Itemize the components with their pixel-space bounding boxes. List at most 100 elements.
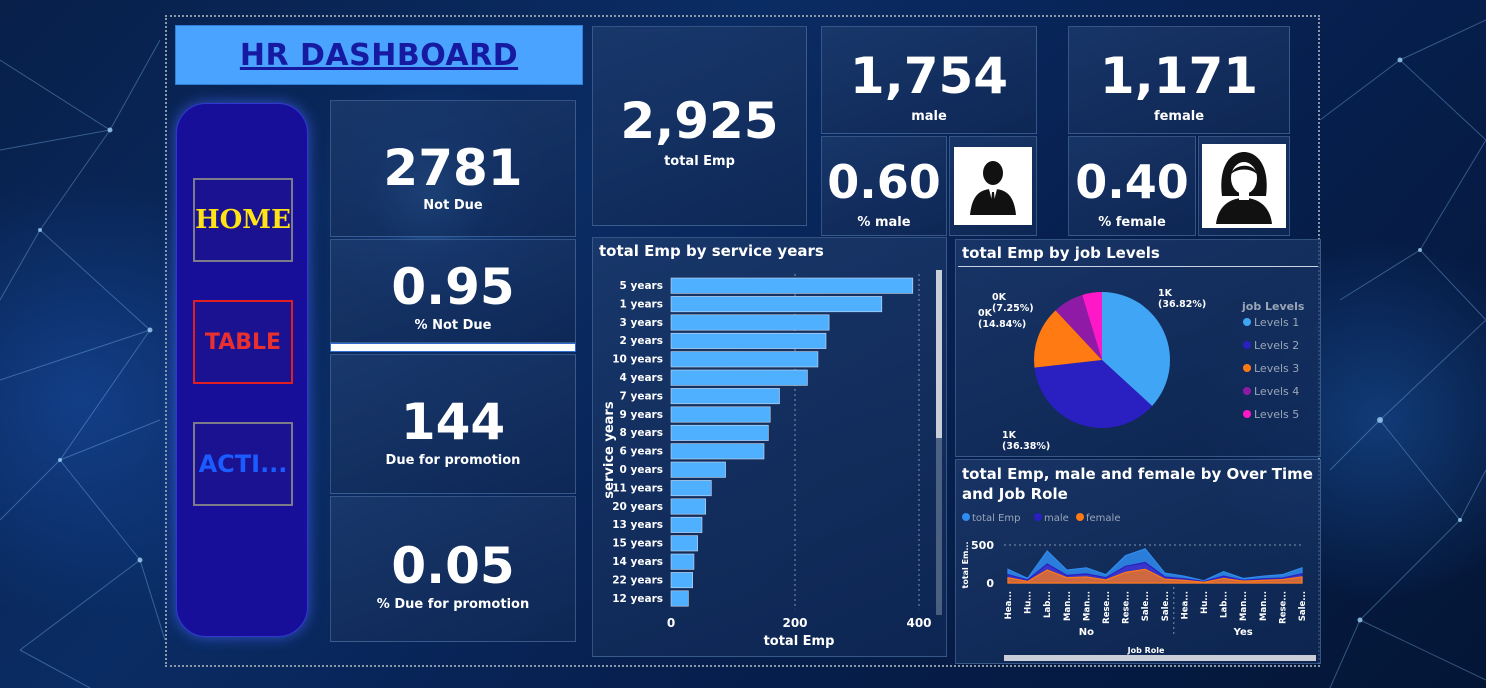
y-tick-label: 8 years: [620, 427, 663, 439]
pie-data-label-part: (36.38%): [1002, 441, 1050, 452]
y-tick-label: 4 years: [620, 372, 663, 384]
y-tick-label: 2 years: [620, 335, 663, 347]
bar: [670, 443, 765, 460]
service-years-chart-title: total Emp by service years: [599, 242, 824, 260]
x-tick-label: Man...: [1239, 591, 1249, 621]
pct-male-label: % male: [857, 215, 911, 230]
legend-marker: [1243, 364, 1251, 372]
male-count-label: male: [911, 109, 947, 124]
table-button[interactable]: TABLE: [193, 300, 293, 384]
due-promotion-label: Due for promotion: [385, 453, 521, 468]
total-emp-label: total Emp: [664, 154, 735, 169]
x-tick-label: 200: [782, 616, 807, 630]
x-tick-label: Man...: [1259, 591, 1269, 621]
service-years-bar-chart: 5 years 1 years 3 years 2 years 10 years 4 ye…: [602, 270, 942, 649]
y-tick-label: 15 years: [612, 538, 663, 550]
legend-item: total Emp: [972, 513, 1020, 524]
action-button-label: ACTI...: [198, 450, 288, 478]
x-tick-label: Sale...: [1161, 591, 1171, 621]
bar: [670, 406, 771, 423]
male-person-icon: [954, 147, 1032, 225]
bar: [670, 516, 703, 533]
pie-data-label: 1K (36.38%): [1002, 430, 1050, 452]
divider-strip: [330, 343, 576, 352]
male-icon-card: [949, 136, 1037, 236]
overtime-jobrole-area-chart: total Emp male female 0 500total Em... Hea...…: [961, 513, 1316, 661]
home-button[interactable]: HOME: [193, 178, 293, 262]
x-tick-label: Man...: [1082, 591, 1092, 621]
legend-marker: [962, 513, 970, 521]
dashboard-title-banner: HR DASHBOARD: [175, 25, 583, 85]
pct-not-due-label: % Not Due: [414, 318, 492, 333]
y-tick-label: 1 years: [620, 298, 663, 310]
scrollbar-thumb: [936, 270, 942, 438]
bar: [670, 332, 827, 349]
pie-data-label: 1K (36.82%): [1158, 288, 1206, 310]
y-tick-label: 22 years: [612, 574, 663, 586]
legend-title: job Levels: [1241, 300, 1305, 313]
y-axis-label: total Em...: [961, 542, 970, 589]
not-due-card: 2781 Not Due: [330, 100, 576, 237]
x-tick-label: Rese...: [1102, 591, 1112, 624]
bar: [670, 296, 883, 313]
pct-female-value: 0.40: [1075, 155, 1189, 209]
x-tick-label: Rese...: [1278, 591, 1288, 624]
bar: [670, 498, 707, 515]
legend-marker: [1243, 387, 1251, 395]
job-levels-chart-title: total Emp by job Levels: [962, 244, 1160, 262]
pie-data-label: 0K (7.25%): [992, 292, 1034, 314]
x-tick-label: 0: [667, 616, 675, 630]
bar: [670, 572, 694, 589]
total-emp-value: 2,925: [620, 92, 779, 150]
x-tick-label: Lab...: [1220, 591, 1230, 618]
group-label: Yes: [1233, 627, 1253, 638]
pct-male-value: 0.60: [827, 155, 941, 209]
overtime-jobrole-chart-card: total Emp, male and female by Over Time …: [955, 459, 1321, 664]
due-promotion-value: 144: [400, 393, 506, 451]
legend-item: Levels 5: [1254, 408, 1299, 421]
y-tick-label: 3 years: [620, 317, 663, 329]
bar: [670, 461, 726, 478]
y-tick-label: 500: [971, 539, 994, 552]
table-button-label: TABLE: [204, 329, 282, 355]
legend-marker: [1243, 410, 1251, 418]
y-tick-label: 6 years: [620, 446, 663, 458]
x-tick-label: Rese...: [1122, 591, 1132, 624]
bar: [670, 277, 914, 294]
x-tick-label: 400: [906, 616, 931, 630]
x-tick-label: Hea...: [1004, 591, 1014, 619]
bar: [670, 480, 712, 497]
legend-item: female: [1086, 513, 1120, 524]
female-count-card: 1,171 female: [1068, 26, 1290, 134]
x-tick-label: Hea...: [1180, 591, 1190, 619]
x-tick-label: Man...: [1063, 591, 1073, 621]
action-button[interactable]: ACTI...: [193, 422, 293, 506]
pct-due-promotion-card: 0.05 % Due for promotion: [330, 496, 576, 642]
bar: [670, 590, 689, 607]
legend-marker: [1243, 341, 1251, 349]
due-promotion-card: 144 Due for promotion: [330, 354, 576, 494]
y-tick-label: 5 years: [620, 280, 663, 292]
y-tick-label: 0: [986, 577, 994, 590]
y-tick-label: 0 years: [620, 464, 663, 476]
x-axis-label: total Emp: [764, 634, 835, 649]
female-person-icon: [1202, 144, 1286, 228]
pie-data-label-part: (7.25%): [992, 303, 1034, 314]
x-tick-label: Sale...: [1141, 591, 1151, 621]
bar: [670, 369, 808, 386]
total-emp-card: 2,925 total Emp: [592, 26, 807, 226]
pie-data-label-part: 1K: [1158, 288, 1173, 299]
y-tick-label: 12 years: [612, 593, 663, 605]
bar: [670, 535, 698, 552]
navigation-panel: HOME TABLE ACTI...: [176, 103, 308, 637]
y-tick-label: 7 years: [620, 390, 663, 402]
male-count-card: 1,754 male: [821, 26, 1037, 134]
bar: [670, 314, 830, 331]
y-tick-label: 13 years: [612, 519, 663, 531]
x-tick-label: Sale...: [1298, 591, 1308, 621]
bar: [670, 388, 780, 405]
female-count-label: female: [1153, 109, 1205, 124]
y-tick-label: 20 years: [612, 501, 663, 513]
y-tick-label: 9 years: [620, 409, 663, 421]
pct-male-card: 0.60 % male: [821, 136, 947, 236]
